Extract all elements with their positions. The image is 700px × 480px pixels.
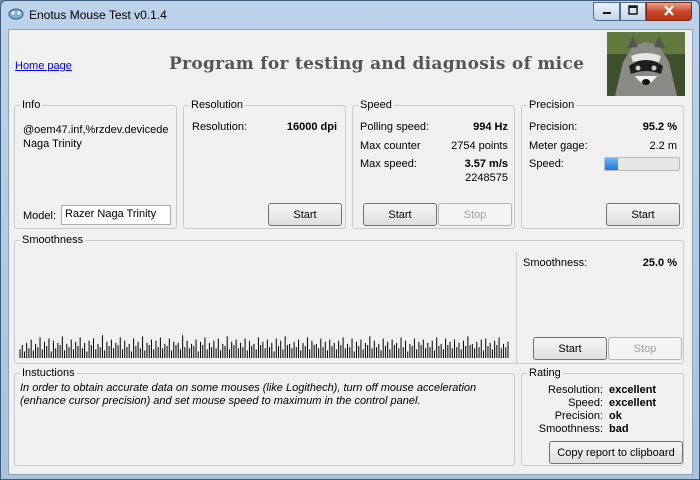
program-banner: Program for testing and diagnosis of mic… <box>169 54 585 74</box>
maximize-button[interactable] <box>620 2 646 21</box>
close-button[interactable] <box>646 2 692 21</box>
speed-group: Speed Polling speed: 994 Hz Max counter … <box>352 98 515 229</box>
minimize-button[interactable] <box>593 2 620 21</box>
resolution-group: Resolution Resolution: 16000 dpi Start <box>183 98 346 229</box>
rating-resolution-value: excellent <box>609 384 657 396</box>
rating-group: Rating Resolution: excellent Speed: exce… <box>521 366 684 466</box>
rating-smoothness-label: Smoothness: <box>538 423 603 435</box>
precision-group: Precision Precision: 95.2 % Meter gage: … <box>521 98 684 229</box>
model-input[interactable]: Razer Naga Trinity <box>61 205 171 225</box>
copy-report-button[interactable]: Copy report to clipboard <box>549 441 683 464</box>
rating-resolution-label: Resolution: <box>547 384 603 396</box>
max-counter-label: Max counter <box>360 140 421 152</box>
close-icon <box>663 4 675 19</box>
max-speed-raw-value: 2248575 <box>465 172 508 184</box>
smoothness-group-title: Smoothness <box>20 233 86 247</box>
resolution-start-button[interactable]: Start <box>268 203 342 226</box>
smoothness-divider <box>516 252 517 364</box>
polling-speed-value: 994 Hz <box>473 121 508 133</box>
title-bar[interactable]: Enotus Mouse Test v0.1.4 <box>1 1 699 29</box>
max-speed-value: 3.57 m/s <box>464 158 508 170</box>
model-label: Model: <box>23 210 57 222</box>
precision-value: 95.2 % <box>642 121 677 133</box>
device-driver-text: @oem47.inf,%rzdev.devicede <box>23 124 169 136</box>
precision-speed-bar-fill <box>605 158 618 170</box>
info-group-title: Info <box>20 98 43 112</box>
rating-group-title: Rating <box>527 366 563 380</box>
speed-group-title: Speed <box>358 98 394 112</box>
max-speed-label: Max speed: <box>360 158 417 170</box>
resolution-group-title: Resolution <box>189 98 245 112</box>
app-window: Enotus Mouse Test v0.1.4 Home page Progr… <box>0 0 700 480</box>
device-name-text: Naga Trinity <box>23 138 82 150</box>
meter-gage-value: 2.2 m <box>649 140 677 152</box>
smoothness-group: Smoothness Smoothness: 25.0 % Start Stop <box>14 233 684 364</box>
info-group: Info @oem47.inf,%rzdev.devicede Naga Tri… <box>14 98 177 229</box>
rating-precision-value: ok <box>609 410 622 422</box>
speed-start-button[interactable]: Start <box>363 203 437 226</box>
window-title: Enotus Mouse Test v0.1.4 <box>29 8 167 22</box>
precision-speed-label: Speed: <box>529 158 564 170</box>
resolution-label: Resolution: <box>192 121 248 133</box>
smoothness-value: 25.0 % <box>642 257 677 269</box>
precision-group-title: Precision <box>527 98 577 112</box>
rating-speed-value: excellent <box>609 397 657 409</box>
mouse-app-icon <box>8 7 24 21</box>
precision-start-button[interactable]: Start <box>606 203 680 226</box>
instructions-group: Instuctions In order to obtain accurate … <box>14 366 515 466</box>
minimize-icon <box>602 5 612 18</box>
smoothness-graph-svg <box>19 335 509 358</box>
rating-speed-label: Speed: <box>568 397 603 409</box>
smoothness-start-button[interactable]: Start <box>533 337 607 360</box>
instructions-text: In order to obtain accurate data on some… <box>20 382 477 407</box>
smoothness-graph <box>16 252 516 364</box>
maximize-icon <box>628 5 638 18</box>
max-counter-value: 2754 points <box>451 140 508 152</box>
precision-speed-bar <box>604 157 680 171</box>
rating-precision-label: Precision: <box>554 410 603 422</box>
precision-label: Precision: <box>529 121 578 133</box>
meter-gage-label: Meter gage: <box>529 140 588 152</box>
resolution-value: 16000 dpi <box>286 121 337 133</box>
smoothness-stop-button[interactable]: Stop <box>608 337 682 360</box>
rating-smoothness-value: bad <box>609 423 629 435</box>
speed-stop-button[interactable]: Stop <box>438 203 512 226</box>
instructions-group-title: Instuctions <box>20 366 77 380</box>
home-page-link[interactable]: Home page <box>15 60 72 72</box>
smoothness-label: Smoothness: <box>523 257 588 269</box>
client-area: Home page Program for testing and diagno… <box>8 29 693 475</box>
polling-speed-label: Polling speed: <box>360 121 430 133</box>
raccoon-image <box>607 32 685 96</box>
